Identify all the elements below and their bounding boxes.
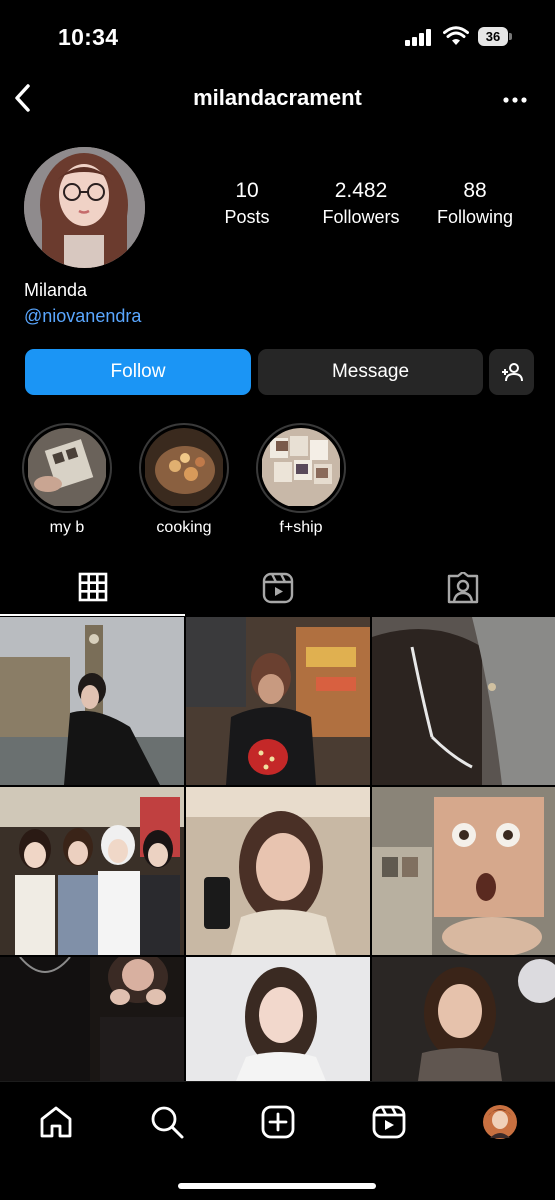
post-thumbnail[interactable] bbox=[372, 787, 555, 955]
create-icon bbox=[261, 1105, 295, 1139]
post-thumbnail[interactable] bbox=[0, 957, 184, 1081]
posts-grid bbox=[0, 617, 555, 1081]
display-name: Milanda bbox=[24, 280, 88, 300]
add-person-icon bbox=[501, 363, 523, 382]
profile-avatar[interactable] bbox=[24, 147, 145, 268]
wifi-icon bbox=[443, 26, 469, 45]
tab-reels[interactable] bbox=[185, 560, 370, 616]
highlight-cooking[interactable]: cooking bbox=[138, 423, 230, 537]
post-thumbnail[interactable] bbox=[0, 787, 184, 955]
highlight-label: cooking bbox=[156, 519, 212, 536]
battery-level: 36 bbox=[478, 27, 508, 46]
following-label: Following bbox=[436, 207, 514, 227]
search-icon bbox=[151, 1106, 184, 1139]
more-options-icon[interactable] bbox=[500, 85, 530, 115]
nav-create[interactable] bbox=[258, 1102, 298, 1142]
home-icon bbox=[40, 1106, 72, 1138]
reels-icon bbox=[262, 572, 293, 604]
linked-handle-link[interactable]: @niovanendra bbox=[24, 306, 141, 327]
following-value: 88 bbox=[463, 179, 487, 202]
followers-label: Followers bbox=[322, 207, 400, 227]
nav-home[interactable] bbox=[36, 1102, 76, 1142]
nav-profile[interactable] bbox=[480, 1102, 520, 1142]
profile-avatar-icon bbox=[483, 1105, 517, 1139]
post-thumbnail[interactable] bbox=[186, 617, 370, 785]
highlight-thumbnail bbox=[144, 428, 224, 508]
status-bar: 10:34 36 bbox=[0, 0, 555, 70]
page-title-username: milandacrament bbox=[193, 85, 362, 110]
home-indicator bbox=[178, 1183, 376, 1189]
post-thumbnail[interactable] bbox=[0, 617, 184, 785]
followers-value: 2.482 bbox=[334, 179, 388, 202]
posts-value: 10 bbox=[235, 179, 259, 202]
suggested-accounts-button[interactable] bbox=[489, 349, 534, 395]
follow-button[interactable]: Follow bbox=[25, 349, 251, 395]
highlight-label: my b bbox=[49, 519, 85, 536]
profile-header: milandacrament bbox=[0, 75, 555, 121]
status-time: 10:34 bbox=[58, 24, 119, 50]
battery-icon: 36 bbox=[478, 27, 512, 46]
posts-label: Posts bbox=[224, 207, 270, 227]
post-thumbnail[interactable] bbox=[186, 787, 370, 955]
highlight-thumbnail bbox=[27, 428, 107, 508]
grid-icon bbox=[78, 572, 107, 602]
signal-icon bbox=[405, 28, 435, 46]
post-thumbnail[interactable] bbox=[372, 957, 555, 1081]
tab-tagged[interactable] bbox=[370, 560, 555, 616]
highlight-fship[interactable]: f+ship bbox=[255, 423, 347, 537]
reels-icon bbox=[372, 1105, 406, 1139]
highlight-label: f+ship bbox=[279, 519, 323, 536]
posts-count[interactable]: 10 Posts bbox=[192, 178, 302, 230]
nav-search[interactable] bbox=[147, 1102, 187, 1142]
tagged-icon bbox=[447, 572, 478, 604]
tab-posts-grid[interactable] bbox=[0, 560, 185, 616]
highlight-my-b[interactable]: my b bbox=[21, 423, 113, 537]
bottom-nav bbox=[0, 1081, 555, 1200]
message-button[interactable]: Message bbox=[258, 349, 483, 395]
following-count[interactable]: 88 Following bbox=[420, 178, 530, 230]
post-thumbnail[interactable] bbox=[372, 617, 555, 785]
followers-count[interactable]: 2.482 Followers bbox=[306, 178, 416, 230]
profile-tabs bbox=[0, 560, 555, 616]
highlight-thumbnail bbox=[261, 428, 341, 508]
nav-reels[interactable] bbox=[369, 1102, 409, 1142]
post-thumbnail[interactable] bbox=[186, 957, 370, 1081]
